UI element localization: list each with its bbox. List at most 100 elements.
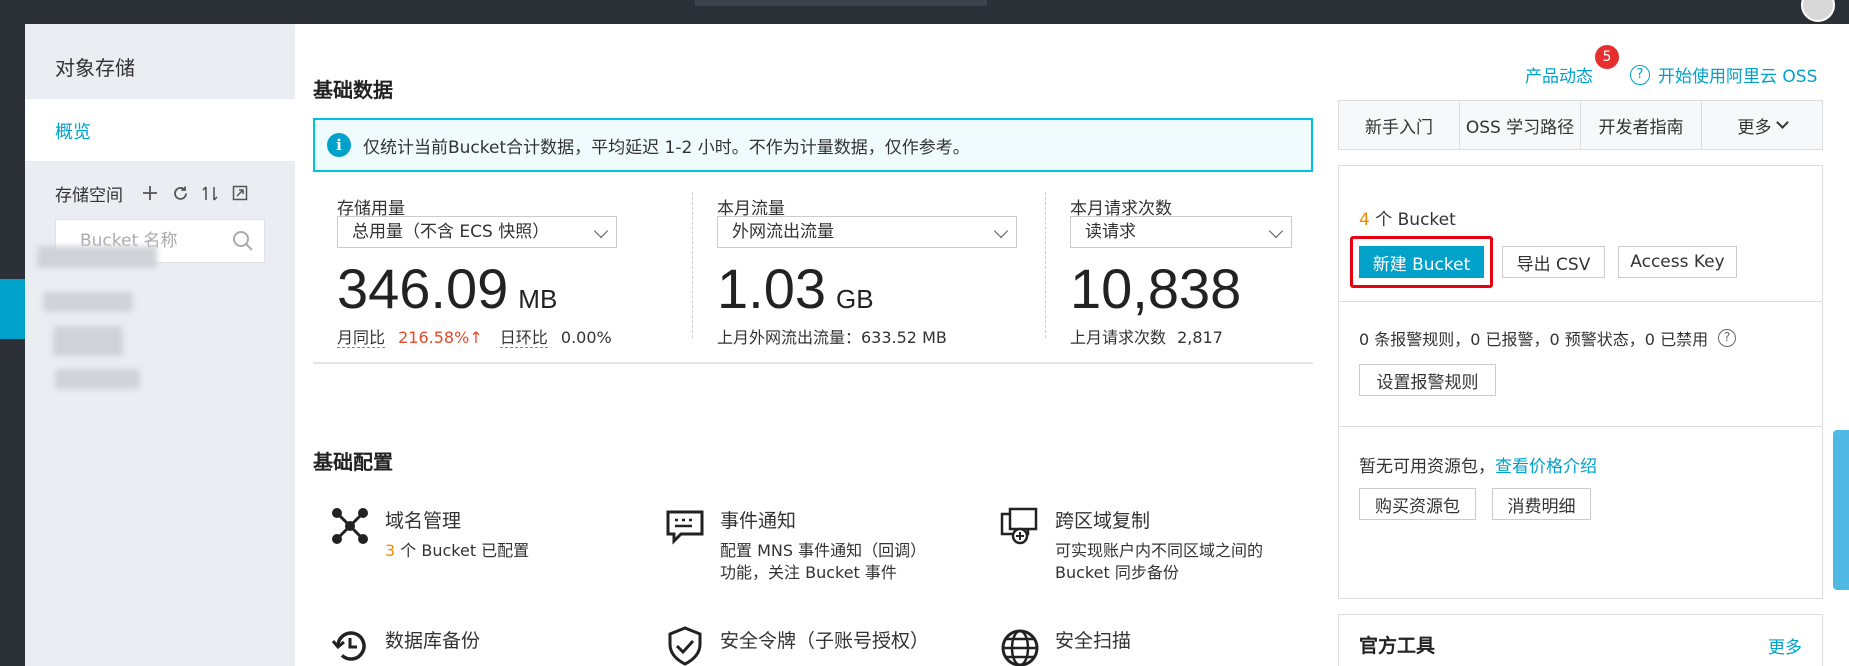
refresh-icon[interactable] xyxy=(169,182,191,204)
sort-icon[interactable] xyxy=(199,182,221,204)
dod-label: 日环比 xyxy=(499,328,548,348)
storage-space-label: 存储空间 xyxy=(55,185,123,206)
feedback-side-tab[interactable] xyxy=(1833,430,1849,590)
panel-divider xyxy=(1339,426,1822,427)
config-item-event-notification[interactable]: 事件通知 配置 MNS 事件通知（回调） 功能，关注 Bucket 事件 xyxy=(665,506,965,586)
help-tabs: 新手入门 OSS 学习路径 开发者指南 更多 xyxy=(1338,100,1823,150)
domain-network-icon xyxy=(332,508,368,544)
bucket-list-item[interactable] xyxy=(53,326,123,356)
basic-config-title: 基础配置 xyxy=(313,450,393,474)
chevron-down-icon xyxy=(593,223,609,239)
monthly-traffic-stat: 本月流量 外网流出流量 1.03 GB 上月外网流出流量：633.52 MB xyxy=(717,194,1017,347)
replication-icon xyxy=(1000,507,1038,545)
summary-panel: 4 个 Bucket 新建 Bucket 导出 CSV Access Key 0… xyxy=(1338,165,1823,599)
buy-package-button[interactable]: 购买资源包 xyxy=(1359,488,1476,520)
last-month-requests: 上月请求次数 2,817 xyxy=(1070,328,1223,347)
consumption-detail-button[interactable]: 消费明细 xyxy=(1492,488,1591,520)
section-divider xyxy=(313,362,1313,364)
bucket-list-item[interactable] xyxy=(43,292,133,312)
set-alarm-rule-button[interactable]: 设置报警规则 xyxy=(1359,364,1496,396)
help-icon: ? xyxy=(1630,64,1650,85)
storage-usage-select[interactable]: 总用量（不含 ECS 快照） xyxy=(337,216,617,248)
chevron-down-icon xyxy=(1775,116,1789,129)
monthly-requests-select[interactable]: 读请求 xyxy=(1070,216,1292,248)
config-item-title: 安全扫描 xyxy=(1055,630,1132,652)
chevron-down-icon xyxy=(993,223,1009,239)
monthly-traffic-select-value: 外网流出流量 xyxy=(732,222,834,242)
top-navigation-bar xyxy=(0,0,1849,24)
access-key-button[interactable]: Access Key xyxy=(1618,246,1737,278)
config-item-desc: 配置 MNS 事件通知（回调） 功能，关注 Bucket 事件 xyxy=(720,541,927,582)
add-icon[interactable] xyxy=(139,182,161,204)
dod-value: 0.00% xyxy=(560,328,612,347)
config-item-title: 数据库备份 xyxy=(385,630,481,652)
monthly-requests-stat: 本月请求次数 读请求 10,838 上月请求次数 2,817 xyxy=(1070,194,1292,347)
tab-getting-started[interactable]: 新手入门 xyxy=(1339,101,1460,149)
resource-package-info: 暂无可用资源包，查看价格介绍 xyxy=(1359,457,1597,477)
stat-divider xyxy=(1045,192,1046,338)
new-bucket-highlight xyxy=(1350,236,1493,288)
storage-usage-select-value: 总用量（不含 ECS 快照） xyxy=(352,222,550,242)
storage-space-header: 存储空间 xyxy=(55,179,275,207)
pricing-link[interactable]: 查看价格介绍 xyxy=(1495,457,1597,477)
shield-check-icon xyxy=(668,626,702,666)
main-content: 基础数据 产品动态 5 ? 开始使用阿里云 OSS i 仅统计当前Bucket合… xyxy=(295,24,1849,666)
bucket-list-item[interactable] xyxy=(37,246,157,268)
config-item-title: 跨区域复制 xyxy=(1055,510,1151,532)
sidebar: 对象存储 概览 存储空间 xyxy=(25,24,295,666)
monthly-traffic-select[interactable]: 外网流出流量 xyxy=(717,216,1017,248)
backup-icon xyxy=(331,631,366,661)
config-item-desc: 3 个 Bucket 已配置 xyxy=(385,541,530,560)
storage-usage-stat: 存储用量 总用量（不含 ECS 快照） 346.09 MB 月同比 216.58%… xyxy=(337,194,617,348)
news-count-badge: 5 xyxy=(1595,45,1619,69)
official-tools-title: 官方工具 xyxy=(1359,635,1436,657)
config-item-database-backup[interactable]: 数据库备份 xyxy=(330,626,630,666)
help-icon[interactable]: ? xyxy=(1718,329,1737,347)
config-item-desc: 可实现账户内不同区域之间的 Bucket 同步备份 xyxy=(1055,541,1264,582)
config-item-security-scan[interactable]: 安全扫描 xyxy=(1000,626,1300,666)
storage-usage-comparison: 月同比 216.58%↑ 日环比 0.00% xyxy=(337,324,612,348)
user-avatar[interactable] xyxy=(1801,0,1835,22)
bucket-count: 4 个 Bucket xyxy=(1359,210,1456,230)
tab-more[interactable]: 更多 xyxy=(1702,101,1822,149)
chevron-down-icon xyxy=(1268,223,1284,239)
tab-learning-path[interactable]: OSS 学习路径 xyxy=(1460,101,1581,149)
bucket-list-item[interactable] xyxy=(55,369,140,389)
config-item-domain[interactable]: 域名管理 3 个 Bucket 已配置 xyxy=(330,506,630,576)
config-item-security-token[interactable]: 安全令牌（子账号授权） xyxy=(665,626,985,666)
config-item-cross-region-replication[interactable]: 跨区域复制 可实现账户内不同区域之间的 Bucket 同步备份 xyxy=(1000,506,1310,586)
get-started-link[interactable]: ? 开始使用阿里云 OSS xyxy=(1630,62,1817,87)
storage-usage-value: 346.09 MB xyxy=(337,257,558,320)
product-news-link[interactable]: 产品动态 xyxy=(1525,62,1593,87)
top-bar-center-block xyxy=(695,0,987,6)
export-csv-button[interactable]: 导出 CSV xyxy=(1502,246,1605,278)
basic-data-title: 基础数据 xyxy=(313,78,393,102)
stat-divider xyxy=(692,192,693,338)
message-icon xyxy=(666,510,704,545)
mom-value: 216.58% xyxy=(398,328,470,347)
panel-divider xyxy=(1339,301,1822,302)
globe-scan-icon xyxy=(1001,629,1039,666)
config-item-title: 安全令牌（子账号授权） xyxy=(720,630,930,652)
statistics-notice: i 仅统计当前Bucket合计数据，平均延迟 1-2 小时。不作为计量数据，仅作… xyxy=(313,118,1313,172)
tab-developer-guide[interactable]: 开发者指南 xyxy=(1581,101,1702,149)
console-left-strip xyxy=(0,24,25,666)
search-icon[interactable] xyxy=(232,230,254,252)
monthly-requests-value: 10,838 xyxy=(1070,257,1242,320)
expand-icon[interactable] xyxy=(229,182,251,204)
last-month-traffic: 上月外网流出流量：633.52 MB xyxy=(717,328,947,347)
sidebar-title: 对象存储 xyxy=(55,56,135,80)
info-icon: i xyxy=(327,133,351,157)
sidebar-item-overview-label: 概览 xyxy=(55,122,91,143)
arrow-up-icon: ↑ xyxy=(469,328,483,347)
monthly-requests-select-value: 读请求 xyxy=(1085,222,1136,242)
notice-text: 仅统计当前Bucket合计数据，平均延迟 1-2 小时。不作为计量数据，仅作参考… xyxy=(363,137,970,158)
config-item-title: 事件通知 xyxy=(720,510,797,532)
mom-label: 月同比 xyxy=(337,328,386,348)
active-nav-marker xyxy=(0,279,25,339)
official-tools-panel: 官方工具 更多 xyxy=(1338,614,1823,666)
tools-more-link[interactable]: 更多 xyxy=(1768,633,1802,658)
sidebar-item-overview[interactable]: 概览 xyxy=(25,99,295,161)
get-started-label: 开始使用阿里云 OSS xyxy=(1658,67,1818,87)
monthly-traffic-value: 1.03 GB xyxy=(717,257,874,320)
